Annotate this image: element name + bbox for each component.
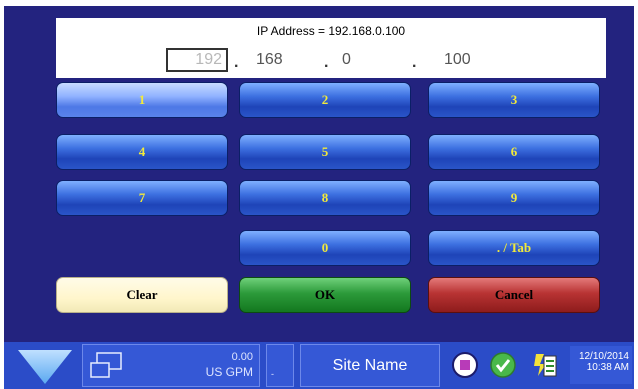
octet-separator: . xyxy=(324,54,329,71)
key-9-button[interactable]: 9 xyxy=(428,180,600,216)
key-0-button[interactable]: 0 xyxy=(239,230,411,266)
window-icon xyxy=(89,351,123,381)
key-2-button[interactable]: 2 xyxy=(239,82,411,118)
cancel-button[interactable]: Cancel xyxy=(428,277,600,313)
key-1-button[interactable]: 1 xyxy=(56,82,228,118)
clear-button[interactable]: Clear xyxy=(56,277,228,313)
key-4-button[interactable]: 4 xyxy=(56,134,228,170)
key-5-button[interactable]: 5 xyxy=(239,134,411,170)
ok-button[interactable]: OK xyxy=(239,277,411,313)
octet-3-field[interactable]: 0 xyxy=(342,48,351,72)
dot-tab-button[interactable]: . / Tab xyxy=(428,230,600,266)
secondary-readout-value: - xyxy=(271,369,274,379)
octet-4-field[interactable]: 100 xyxy=(444,48,471,72)
octet-1-field[interactable]: 192 xyxy=(166,48,228,72)
date-time-display: 12/10/2014 10:38 AM xyxy=(570,346,632,384)
ip-address-title: IP Address = 192.168.0.100 xyxy=(256,24,406,38)
data-log-icon[interactable] xyxy=(530,350,560,380)
check-icon[interactable] xyxy=(488,350,518,380)
status-bar: 0.00 US GPM - Site Name 12/10/2014 10:38… xyxy=(4,342,634,389)
flow-unit: US GPM xyxy=(205,365,253,379)
stop-icon[interactable] xyxy=(450,350,480,380)
key-8-button[interactable]: 8 xyxy=(239,180,411,216)
menu-down-arrow-icon[interactable] xyxy=(14,346,76,386)
flow-readout-panel[interactable]: 0.00 US GPM xyxy=(82,344,260,387)
octet-2-field[interactable]: 168 xyxy=(256,48,283,72)
site-name-label[interactable]: Site Name xyxy=(300,344,440,387)
keypad-dialog: IP Address = 192.168.0.100 192 . 168 . 0… xyxy=(4,6,634,389)
secondary-readout-panel[interactable]: - xyxy=(266,344,294,387)
ip-display-panel: IP Address = 192.168.0.100 192 . 168 . 0… xyxy=(56,18,606,78)
key-3-button[interactable]: 3 xyxy=(428,82,600,118)
time-text: 10:38 AM xyxy=(586,362,629,373)
key-7-button[interactable]: 7 xyxy=(56,180,228,216)
date-text: 12/10/2014 xyxy=(578,351,629,362)
key-6-button[interactable]: 6 xyxy=(428,134,600,170)
octet-separator: . xyxy=(234,54,239,71)
octet-separator: . xyxy=(412,54,417,71)
flow-value: 0.00 xyxy=(231,351,253,363)
